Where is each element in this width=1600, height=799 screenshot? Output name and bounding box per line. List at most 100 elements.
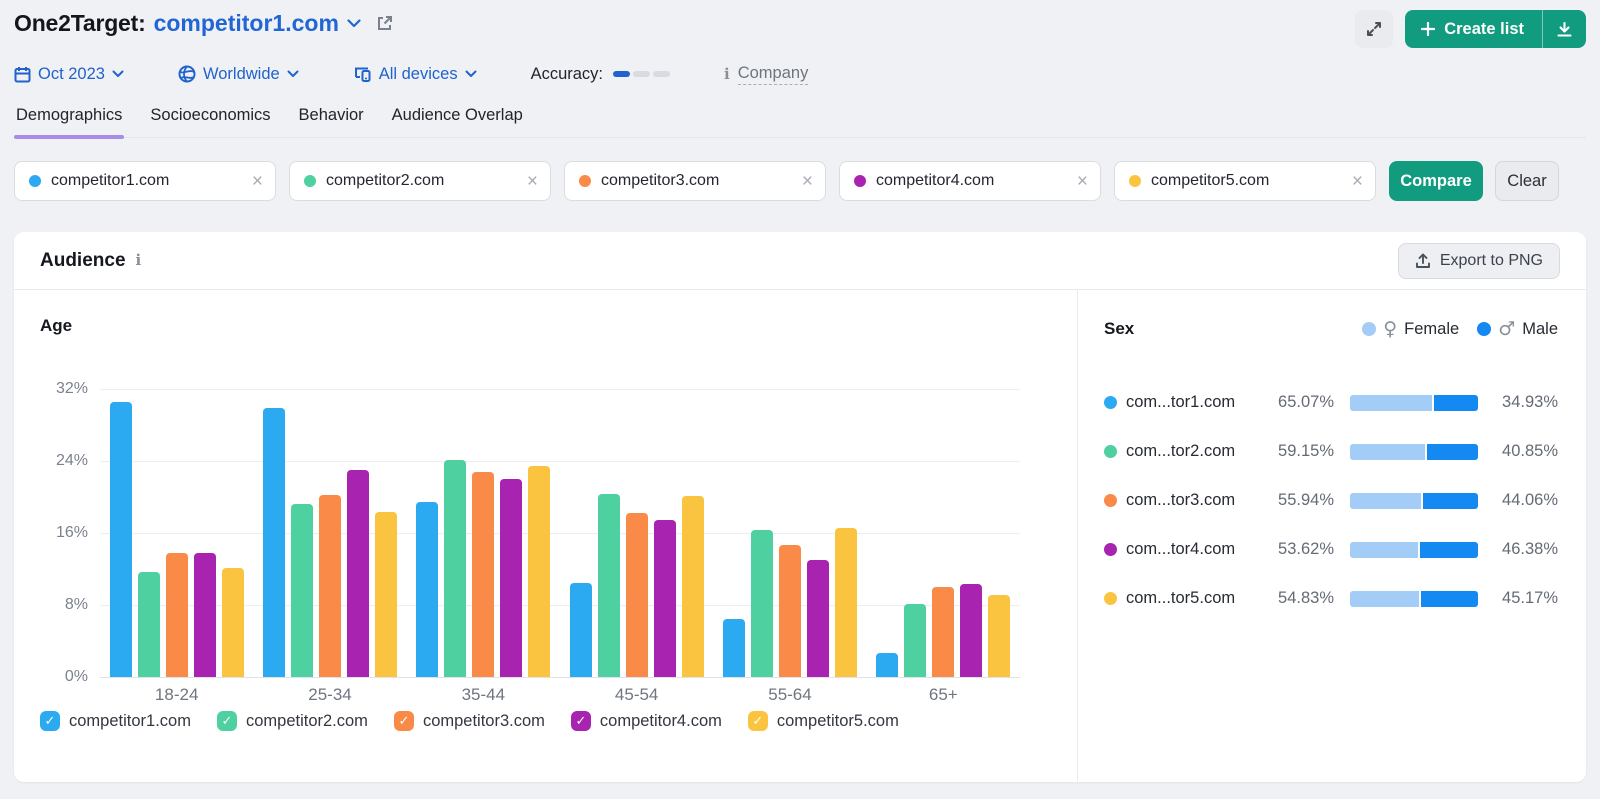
female-bar-segment bbox=[1350, 395, 1432, 411]
chip-competitor2[interactable]: competitor2.com × bbox=[289, 161, 551, 201]
age-bar-competitor3.com-25-34[interactable] bbox=[319, 495, 341, 677]
external-link-icon[interactable] bbox=[375, 14, 394, 33]
age-bar-competitor3.com-18-24[interactable] bbox=[166, 553, 188, 677]
age-bar-competitor2.com-35-44[interactable] bbox=[444, 460, 466, 677]
fullscreen-button[interactable] bbox=[1355, 10, 1393, 48]
age-bar-competitor1.com-65+[interactable] bbox=[876, 653, 898, 677]
chevron-down-icon bbox=[112, 70, 124, 78]
legend-label: competitor4.com bbox=[600, 712, 722, 731]
info-icon: i bbox=[724, 67, 730, 82]
sex-split-bar[interactable] bbox=[1350, 444, 1478, 460]
chip-competitor3[interactable]: competitor3.com × bbox=[564, 161, 826, 201]
sex-title: Sex bbox=[1104, 319, 1134, 339]
audience-title: Audience bbox=[40, 250, 126, 272]
age-bar-competitor2.com-25-34[interactable] bbox=[291, 504, 313, 677]
legend-label: competitor2.com bbox=[246, 712, 368, 731]
male-bar-segment bbox=[1434, 395, 1478, 411]
sex-section: Sex ♀ Female ♂ Male com bbox=[1078, 290, 1586, 781]
chip-competitor5[interactable]: competitor5.com × bbox=[1114, 161, 1376, 201]
create-list-button[interactable]: Create list bbox=[1405, 10, 1542, 48]
age-bar-competitor3.com-65+[interactable] bbox=[932, 587, 954, 677]
company-link[interactable]: i Company bbox=[724, 64, 808, 85]
close-icon[interactable]: × bbox=[802, 172, 813, 191]
age-bar-competitor1.com-45-54[interactable] bbox=[570, 583, 592, 678]
age-bar-competitor4.com-65+[interactable] bbox=[960, 584, 982, 677]
series-color-dot bbox=[1104, 592, 1117, 605]
series-color-dot bbox=[579, 175, 591, 187]
age-bar-competitor2.com-45-54[interactable] bbox=[598, 494, 620, 677]
checkbox-checked-icon[interactable]: ✓ bbox=[394, 711, 414, 731]
age-bar-competitor1.com-35-44[interactable] bbox=[416, 502, 438, 678]
tab-audience-overlap[interactable]: Audience Overlap bbox=[390, 102, 525, 137]
tab-demographics[interactable]: Demographics bbox=[14, 102, 124, 137]
checkbox-checked-icon[interactable]: ✓ bbox=[217, 711, 237, 731]
age-bar-groups: 18-2425-3435-4445-5455-6465+ bbox=[100, 389, 1020, 677]
y-axis-tick: 32% bbox=[40, 380, 88, 398]
y-axis-tick: 16% bbox=[40, 524, 88, 542]
download-button[interactable] bbox=[1542, 10, 1586, 48]
sex-split-bar[interactable] bbox=[1350, 493, 1478, 509]
chevron-down-icon[interactable] bbox=[347, 19, 361, 28]
x-axis-label: 55-64 bbox=[713, 685, 866, 705]
info-icon[interactable]: i bbox=[136, 253, 142, 268]
sex-row-com...tor5.com: com...tor5.com54.83%45.17% bbox=[1104, 574, 1558, 623]
age-bar-competitor2.com-65+[interactable] bbox=[904, 604, 926, 677]
clear-button[interactable]: Clear bbox=[1495, 161, 1559, 201]
age-title: Age bbox=[40, 316, 72, 336]
audience-card: Audience i Export to PNG Age 32%24%16%8%… bbox=[14, 232, 1586, 782]
close-icon[interactable]: × bbox=[527, 172, 538, 191]
age-bar-competitor5.com-45-54[interactable] bbox=[682, 496, 704, 677]
checkbox-checked-icon[interactable]: ✓ bbox=[571, 711, 591, 731]
location-filter[interactable]: Worldwide bbox=[178, 65, 299, 84]
globe-icon bbox=[178, 65, 196, 83]
legend-item-competitor1.com[interactable]: ✓competitor1.com bbox=[40, 711, 191, 731]
chip-competitor1[interactable]: competitor1.com × bbox=[14, 161, 276, 201]
sex-split-bar[interactable] bbox=[1350, 591, 1478, 607]
compare-button[interactable]: Compare bbox=[1389, 161, 1483, 201]
legend-item-competitor4.com[interactable]: ✓ competitor4.com bbox=[571, 711, 722, 731]
chevron-down-icon bbox=[465, 70, 477, 78]
age-bar-competitor5.com-18-24[interactable] bbox=[222, 568, 244, 677]
tab-behavior[interactable]: Behavior bbox=[297, 102, 366, 137]
series-color-dot bbox=[854, 175, 866, 187]
legend-item-competitor5.com[interactable]: ✓competitor5.com bbox=[748, 711, 899, 731]
age-bar-competitor4.com-25-34[interactable] bbox=[347, 470, 369, 677]
age-bar-competitor5.com-25-34[interactable] bbox=[375, 512, 397, 677]
domain-selector[interactable]: competitor1.com bbox=[154, 10, 339, 37]
age-bar-competitor4.com-35-44[interactable] bbox=[500, 479, 522, 677]
age-bar-competitor1.com-25-34[interactable] bbox=[263, 408, 285, 677]
legend-item-competitor2.com[interactable]: ✓ competitor2.com bbox=[217, 711, 368, 731]
series-color-dot bbox=[304, 175, 316, 187]
accuracy-indicator: Accuracy: bbox=[531, 65, 670, 84]
y-axis-tick: 8% bbox=[40, 596, 88, 614]
age-bar-competitor3.com-35-44[interactable] bbox=[472, 472, 494, 677]
tab-socioeconomics[interactable]: Socioeconomics bbox=[148, 102, 272, 137]
age-bar-competitor3.com-55-64[interactable] bbox=[779, 545, 801, 677]
age-bar-competitor5.com-55-64[interactable] bbox=[835, 528, 857, 677]
age-bar-competitor2.com-18-24[interactable] bbox=[138, 572, 160, 677]
sex-split-bar[interactable] bbox=[1350, 542, 1478, 558]
male-bar-segment bbox=[1423, 493, 1478, 509]
age-bar-competitor4.com-18-24[interactable] bbox=[194, 553, 216, 677]
age-bar-competitor2.com-55-64[interactable] bbox=[751, 530, 773, 677]
sex-split-bar[interactable] bbox=[1350, 395, 1478, 411]
legend-item-competitor3.com[interactable]: ✓competitor3.com bbox=[394, 711, 545, 731]
date-filter[interactable]: Oct 2023 bbox=[14, 65, 124, 84]
age-bar-competitor3.com-45-54[interactable] bbox=[626, 513, 648, 677]
female-percent: 53.62% bbox=[1264, 540, 1334, 559]
chip-competitor4[interactable]: competitor4.com × bbox=[839, 161, 1101, 201]
sex-row-com...tor2.com: com...tor2.com59.15%40.85% bbox=[1104, 427, 1558, 476]
age-bar-competitor1.com-55-64[interactable] bbox=[723, 619, 745, 678]
checkbox-checked-icon[interactable]: ✓ bbox=[40, 711, 60, 731]
close-icon[interactable]: × bbox=[1077, 172, 1088, 191]
age-bar-competitor5.com-65+[interactable] bbox=[988, 595, 1010, 677]
age-bar-competitor1.com-18-24[interactable] bbox=[110, 402, 132, 677]
age-bar-competitor4.com-55-64[interactable] bbox=[807, 560, 829, 677]
checkbox-checked-icon[interactable]: ✓ bbox=[748, 711, 768, 731]
export-to-png-button[interactable]: Export to PNG bbox=[1398, 243, 1560, 279]
age-bar-competitor5.com-35-44[interactable] bbox=[528, 466, 550, 678]
age-bar-competitor4.com-45-54[interactable] bbox=[654, 520, 676, 677]
devices-filter[interactable]: All devices bbox=[353, 65, 477, 84]
close-icon[interactable]: × bbox=[1352, 172, 1363, 191]
close-icon[interactable]: × bbox=[252, 172, 263, 191]
